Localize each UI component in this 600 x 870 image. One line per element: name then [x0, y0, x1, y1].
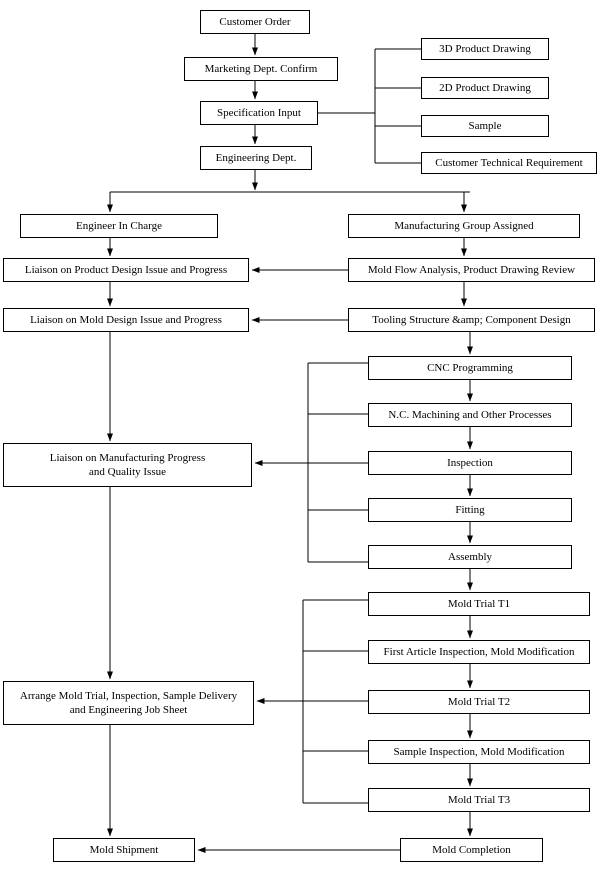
node-mold-trial-t2[interactable]: Mold Trial T2 [368, 690, 590, 714]
node-first-article-inspection[interactable]: First Article Inspection, Mold Modificat… [368, 640, 590, 664]
node-marketing-dept-confirm[interactable]: Marketing Dept. Confirm [184, 57, 338, 81]
node-label: Mold Trial T1 [447, 597, 511, 610]
node-liaison-manufacturing-progress[interactable]: Liaison on Manufacturing Progress and Qua… [3, 443, 252, 487]
node-3d-product-drawing[interactable]: 3D Product Drawing [421, 38, 549, 60]
node-label: Fitting [455, 503, 485, 516]
node-label: Engineering Dept. [215, 151, 297, 164]
node-mold-trial-t1[interactable]: Mold Trial T1 [368, 592, 590, 616]
node-label: 2D Product Drawing [439, 81, 531, 94]
node-assembly[interactable]: Assembly [368, 545, 572, 569]
node-cnc-programming[interactable]: CNC Programming [368, 356, 572, 380]
node-label: Tooling Structure &amp; Component Design [372, 313, 571, 326]
node-customer-technical-requirement[interactable]: Customer Technical Requirement [421, 152, 597, 174]
node-label: Customer Order [219, 15, 291, 28]
node-fitting[interactable]: Fitting [368, 498, 572, 522]
node-label: Engineer In Charge [76, 219, 162, 232]
node-label: Customer Technical Requirement [435, 156, 583, 169]
node-label: CNC Programming [427, 361, 513, 374]
node-label: Mold Shipment [89, 843, 159, 856]
node-label: Liaison on Product Design Issue and Prog… [24, 263, 228, 276]
node-label: Specification Input [216, 106, 301, 119]
node-nc-machining[interactable]: N.C. Machining and Other Processes [368, 403, 572, 427]
node-label: Manufacturing Group Assigned [394, 219, 534, 232]
node-mold-shipment[interactable]: Mold Shipment [53, 838, 195, 862]
node-arrange-mold-trial[interactable]: Arrange Mold Trial, Inspection, Sample D… [3, 681, 254, 725]
node-label: Liaison on Manufacturing Progress and Qua… [49, 451, 206, 478]
node-label: Sample Inspection, Mold Modification [393, 745, 565, 758]
node-liaison-product-design[interactable]: Liaison on Product Design Issue and Prog… [3, 258, 249, 282]
node-label: Arrange Mold Trial, Inspection, Sample D… [19, 689, 238, 716]
flowchart-canvas: Customer Order Marketing Dept. Confirm S… [0, 0, 600, 870]
node-label: Inspection [447, 456, 493, 469]
node-label: Marketing Dept. Confirm [204, 62, 318, 75]
node-label: First Article Inspection, Mold Modificat… [383, 645, 575, 658]
node-label: Mold Trial T3 [447, 793, 511, 806]
node-sample[interactable]: Sample [421, 115, 549, 137]
node-manufacturing-group-assigned[interactable]: Manufacturing Group Assigned [348, 214, 580, 238]
node-label: N.C. Machining and Other Processes [388, 408, 552, 421]
node-specification-input[interactable]: Specification Input [200, 101, 318, 125]
node-label: Sample [468, 119, 502, 132]
node-engineer-in-charge[interactable]: Engineer In Charge [20, 214, 218, 238]
node-label: Mold Completion [432, 843, 511, 856]
node-engineering-dept[interactable]: Engineering Dept. [200, 146, 312, 170]
node-label: Mold Trial T2 [447, 695, 511, 708]
node-sample-inspection[interactable]: Sample Inspection, Mold Modification [368, 740, 590, 764]
node-label: Mold Flow Analysis, Product Drawing Revi… [367, 263, 576, 276]
node-liaison-mold-design[interactable]: Liaison on Mold Design Issue and Progres… [3, 308, 249, 332]
node-label: Assembly [448, 550, 492, 563]
node-mold-flow-analysis[interactable]: Mold Flow Analysis, Product Drawing Revi… [348, 258, 595, 282]
node-label: 3D Product Drawing [439, 42, 531, 55]
node-tooling-structure[interactable]: Tooling Structure &amp; Component Design [348, 308, 595, 332]
node-inspection[interactable]: Inspection [368, 451, 572, 475]
node-customer-order[interactable]: Customer Order [200, 10, 310, 34]
node-2d-product-drawing[interactable]: 2D Product Drawing [421, 77, 549, 99]
node-mold-completion[interactable]: Mold Completion [400, 838, 543, 862]
node-mold-trial-t3[interactable]: Mold Trial T3 [368, 788, 590, 812]
node-label: Liaison on Mold Design Issue and Progres… [30, 313, 222, 326]
